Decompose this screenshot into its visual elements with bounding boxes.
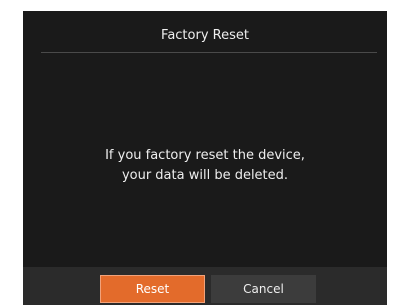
message-line-1: If you factory reset the device,: [105, 148, 305, 163]
dialog-footer: Reset Cancel: [23, 267, 387, 305]
title-divider: [41, 52, 377, 53]
factory-reset-dialog: Factory Reset If you factory reset the d…: [23, 11, 387, 305]
reset-button[interactable]: Reset: [100, 275, 205, 303]
dialog-title: Factory Reset: [161, 28, 249, 43]
cancel-button[interactable]: Cancel: [211, 275, 316, 303]
dialog-message: If you factory reset the device, your da…: [23, 146, 387, 186]
message-line-2: your data will be deleted.: [121, 168, 289, 183]
